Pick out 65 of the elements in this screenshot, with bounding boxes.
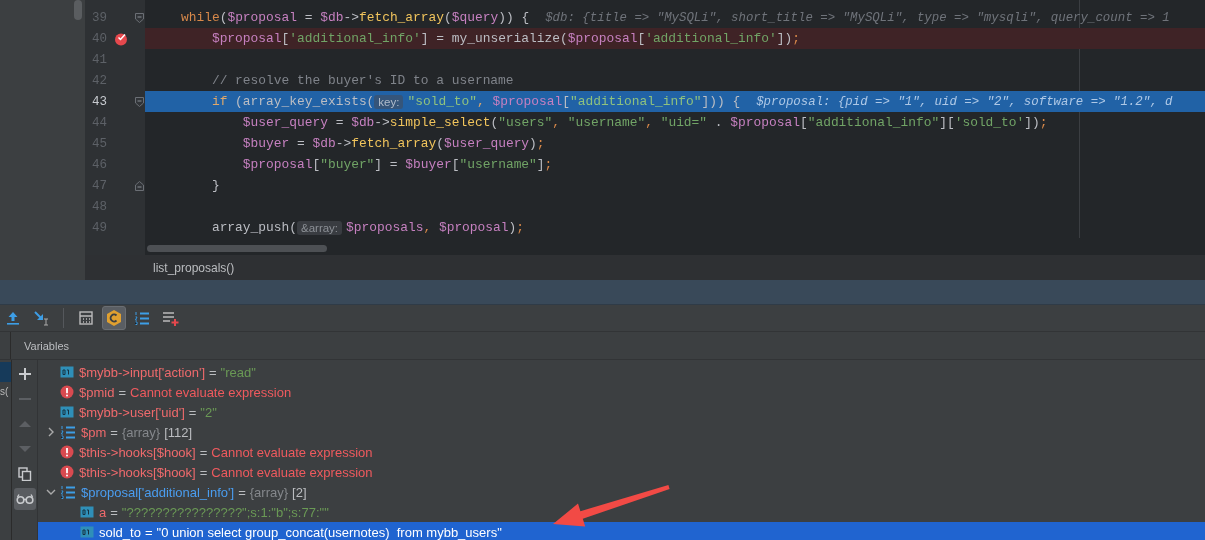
panel-title: Variables xyxy=(24,339,70,352)
code-text: $proposals, $proposal); xyxy=(346,220,525,235)
variable-entry: $pm = {array} [112] xyxy=(81,424,193,440)
code-text: $buyer = $db->fetch_array($user_query); xyxy=(242,136,545,151)
code-text: // resolve the buyer's ID to a username xyxy=(211,73,514,88)
frame-text: s( xyxy=(0,385,10,399)
variable-row[interactable]: a = "????????????????";s:1:"b";s:77:"" xyxy=(38,502,1205,522)
variable-row[interactable]: $pmid = Cannot evaluate expression xyxy=(38,382,1205,402)
fold-marker-icon[interactable] xyxy=(135,12,144,23)
error-icon xyxy=(60,445,74,459)
numbered-list-icon xyxy=(134,310,150,326)
variable-row[interactable]: sold_to = "0 union select group_concat(usernotes) from mybb_users" xyxy=(38,522,1205,540)
parameter-hint: &array: xyxy=(297,220,343,235)
code-text: array_push( xyxy=(211,220,297,235)
code-text: } xyxy=(211,178,220,193)
fold-marker-icon[interactable] xyxy=(135,180,144,191)
copy-icon xyxy=(17,467,32,481)
variable-row[interactable]: $proposal['additional_info'] = {array} [2] xyxy=(38,482,1205,502)
list-add-icon xyxy=(161,309,179,327)
constants-toggle[interactable] xyxy=(102,306,126,330)
primitive-value-icon xyxy=(80,505,94,519)
arrow-cursor-icon xyxy=(33,310,49,326)
variable-entry: $mybb->user['uid'] = "2" xyxy=(79,404,217,420)
line-number: 43 xyxy=(91,94,107,109)
chevron-right-icon[interactable] xyxy=(46,427,56,437)
variable-entry: $this->hooks[$hook] = Cannot evaluate expression xyxy=(79,464,373,480)
code-text: if (array_key_exists( xyxy=(211,94,375,109)
variable-row[interactable]: $mybb->user['uid'] = "2" xyxy=(38,402,1205,422)
variable-row[interactable]: $pm = {array} [112] xyxy=(38,422,1205,442)
code-text: "sold_to", $proposal["additional_info"])) { xyxy=(407,94,741,109)
code-text: $proposal["buyer"] = $buyer["username"]; xyxy=(242,157,553,172)
variable-row[interactable]: $this->hooks[$hook] = Cannot evaluate expression xyxy=(38,462,1205,482)
inline-debug-value: $proposal: {pid => "1", uid => "2", software => "1.2", d xyxy=(756,94,1173,109)
scrollbar-thumb[interactable] xyxy=(147,245,327,252)
plus-icon xyxy=(17,367,32,381)
code-text: $proposal['additional_info'] = my_unserialize($proposal['additional_info']); xyxy=(211,31,800,46)
variable-row[interactable]: $mybb->input['action'] = "read" xyxy=(38,362,1205,382)
primitive-value-icon xyxy=(60,405,74,419)
error-icon xyxy=(60,385,74,399)
watches-toggle[interactable] xyxy=(13,488,36,510)
glasses-icon xyxy=(15,493,34,505)
array-icon xyxy=(60,424,76,440)
hexagon-icon xyxy=(105,309,123,327)
breakpoint-icon[interactable] xyxy=(114,31,128,46)
code-text: $user_query = $db->simple_select("users", "username", "uid=" . $proposal["additional_info"]['sold_to']); xyxy=(242,115,1048,130)
arrow-up-icon xyxy=(5,310,21,326)
fold-marker-icon[interactable] xyxy=(135,96,144,107)
chevron-down-icon[interactable] xyxy=(46,487,56,497)
code-text: while($proposal = $db->fetch_array($query)) { xyxy=(180,10,530,25)
variable-entry: sold_to = "0 union select group_concat(usernotes) from mybb_users" xyxy=(99,524,502,540)
variable-entry: $proposal['additional_info'] = {array} [2] xyxy=(81,484,307,500)
primitive-value-icon xyxy=(60,365,74,379)
primitive-value-icon xyxy=(80,525,94,539)
variable-entry: $this->hooks[$hook] = Cannot evaluate expression xyxy=(79,444,373,460)
inline-debug-value: $db: {title => "MySQLi", short_title => "MySQLi", type => "mysqli", query_count => 1 xyxy=(545,10,1170,25)
error-icon xyxy=(60,465,74,479)
parameter-hint: key: xyxy=(374,94,404,109)
variable-entry: $mybb->input['action'] = "read" xyxy=(79,364,256,380)
scrollbar-thumb[interactable] xyxy=(74,0,82,20)
variable-row[interactable]: $this->hooks[$hook] = Cannot evaluate expression xyxy=(38,442,1205,462)
variable-entry: a = "????????????????";s:1:"b";s:77:"" xyxy=(99,504,329,520)
calculator-icon xyxy=(78,310,94,326)
variable-entry: $pmid = Cannot evaluate expression xyxy=(79,384,292,400)
array-icon xyxy=(60,484,76,500)
breadcrumb[interactable]: list_proposals() xyxy=(153,260,235,275)
